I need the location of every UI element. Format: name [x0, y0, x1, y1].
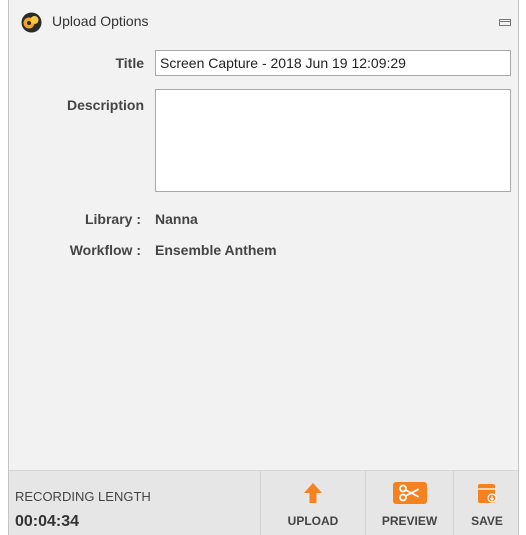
scissors-icon [392, 482, 427, 504]
recording-length-value: 00:04:34 [15, 513, 80, 530]
window-title: Upload Options [52, 13, 149, 29]
description-input[interactable] [155, 89, 511, 192]
app-logo-icon [21, 12, 42, 33]
title-label: Title [115, 55, 144, 71]
workflow-label: Workflow : [69, 242, 141, 258]
save-button-label: SAVE [471, 514, 503, 528]
description-label: Description [66, 97, 144, 113]
title-input[interactable] [155, 50, 511, 76]
recording-length-label: RECORDING LENGTH [15, 489, 151, 504]
save-button[interactable]: SAVE [453, 471, 520, 535]
library-label: Library : [84, 211, 141, 227]
upload-button[interactable]: UPLOAD [260, 471, 365, 535]
footer-bar: RECORDING LENGTH 00:04:34 UPLOAD PREVIEW… [9, 470, 518, 535]
title-bar: Upload Options [9, 0, 518, 40]
library-value: Nanna [155, 211, 198, 227]
upload-options-window: Upload Options Title Description Library… [8, 0, 519, 535]
upload-arrow-icon [303, 482, 323, 504]
workflow-value: Ensemble Anthem [155, 242, 277, 258]
upload-button-label: UPLOAD [287, 514, 339, 528]
preview-button-label: PREVIEW [381, 514, 438, 528]
save-folder-icon [476, 482, 498, 504]
minimize-icon[interactable] [499, 17, 511, 27]
preview-button[interactable]: PREVIEW [365, 471, 453, 535]
